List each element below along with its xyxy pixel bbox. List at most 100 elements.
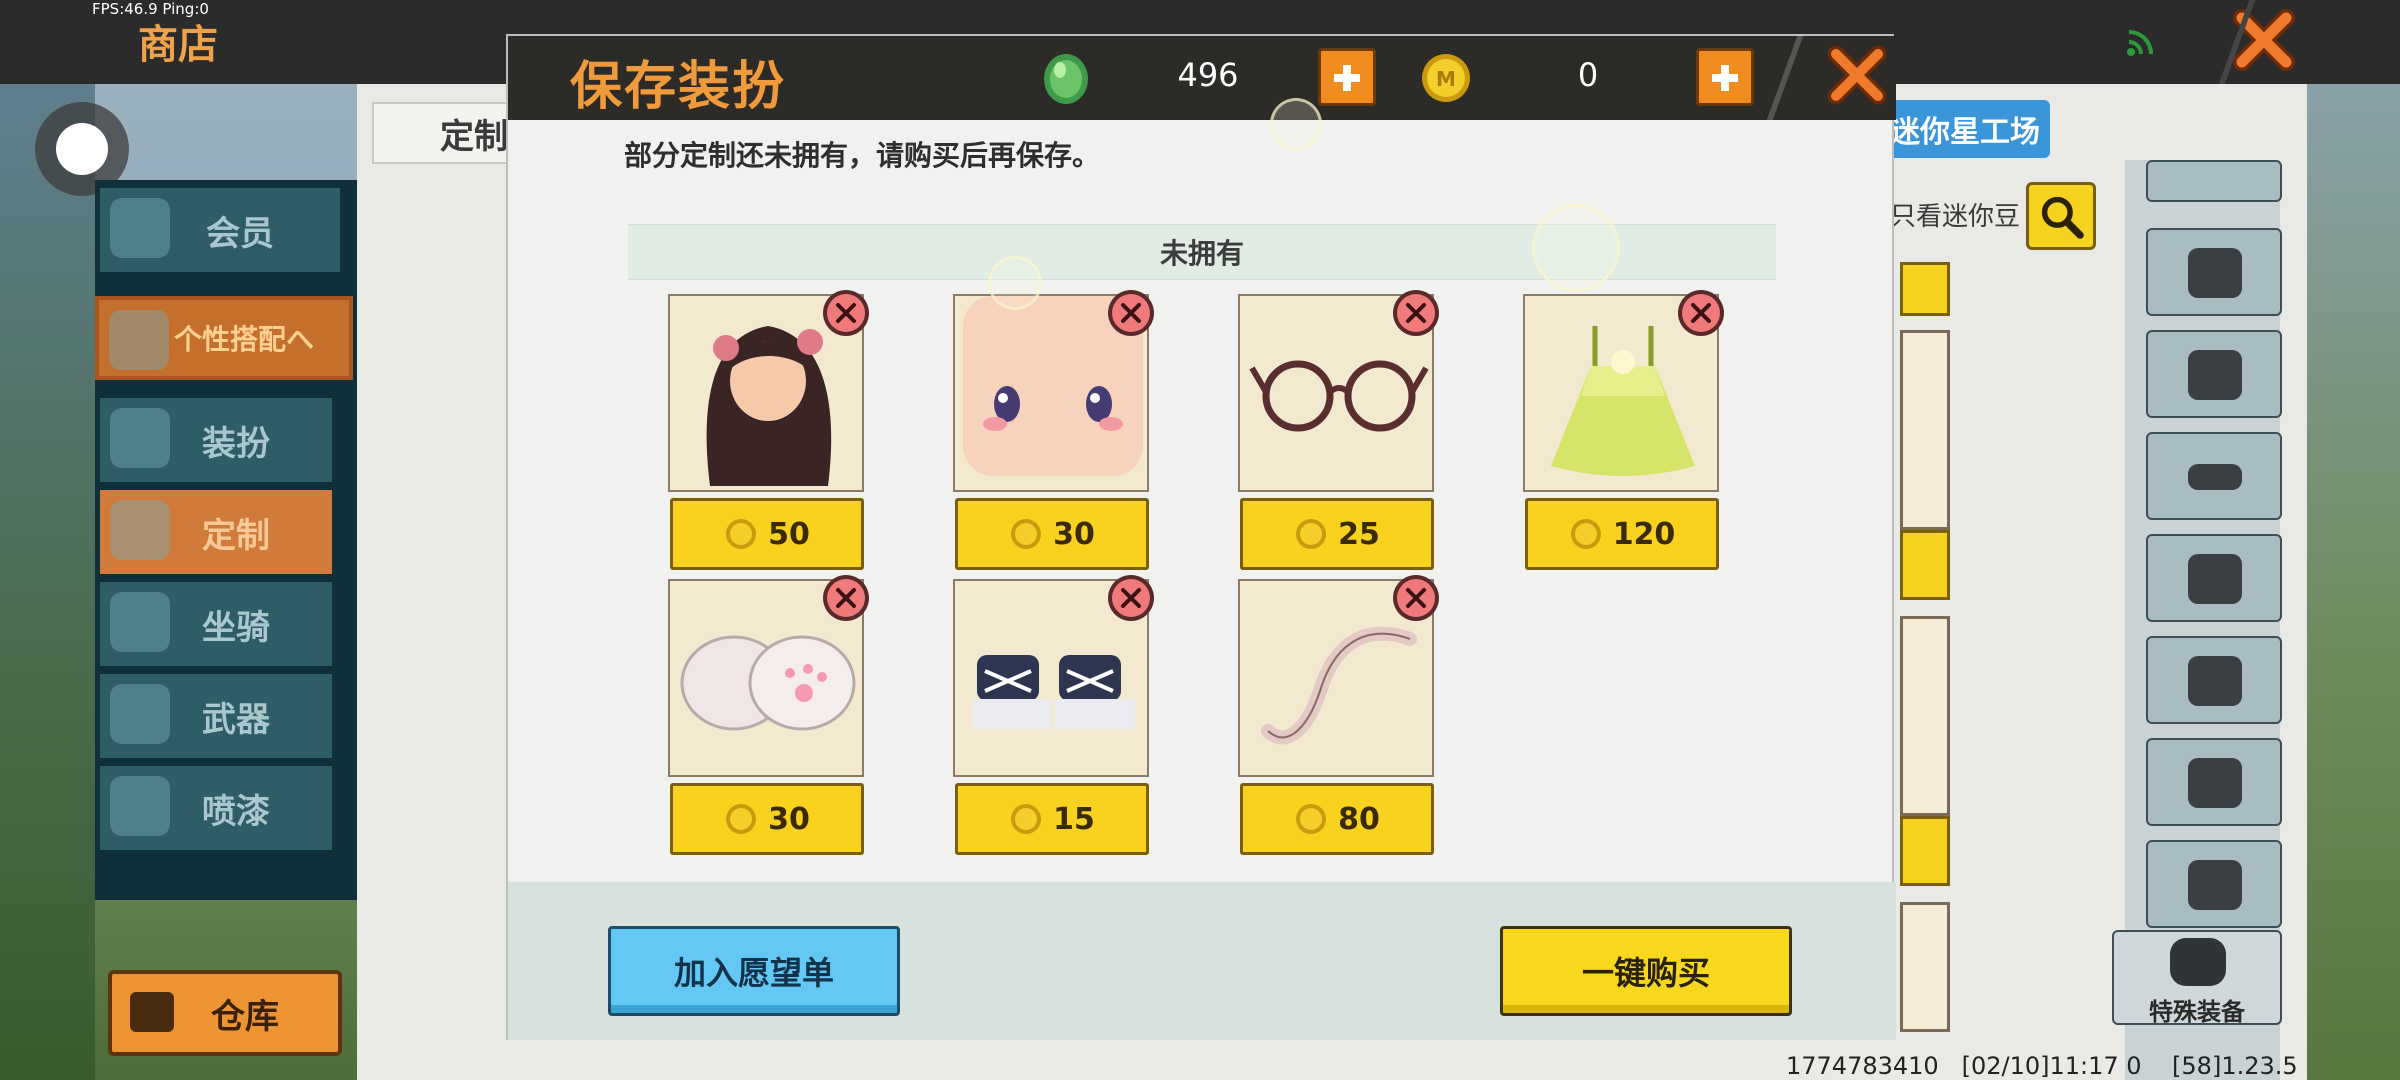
coin-count: 0 [1577,56,1599,94]
item-price: 30 [1053,516,1095,552]
category-shirt[interactable] [2146,534,2282,622]
search-icon[interactable] [2026,182,2096,250]
save-outfit-dialog: 保存装扮 496 M 0 部分定制还未拥有，请购买后再保存。 未拥有 50 30… [506,34,1896,1040]
sidebar-item-costume[interactable]: 装扮 [100,398,332,482]
mini-factory-button[interactable]: 迷你星工场 [1870,100,2050,158]
price-button[interactable]: 30 [670,783,864,855]
dialog-title: 保存装扮 [570,57,787,117]
item-price: 50 [768,516,810,552]
coin-icon [1296,804,1327,834]
sidebar-item-member[interactable]: 会员 [100,188,340,272]
special-equipment-button[interactable]: 特殊装备 [2112,930,2282,1026]
item-card-glasses[interactable]: 25 [1238,290,1439,570]
item-card-sneakers[interactable]: 15 [953,575,1154,855]
sidebar-item-weapon[interactable]: 武器 [100,674,332,758]
close-icon[interactable] [2232,8,2296,72]
remove-icon[interactable] [1391,288,1441,338]
add-to-wishlist-button[interactable]: 加入愿望单 [608,926,900,1016]
price-button[interactable]: 25 [1240,498,1434,570]
price-button[interactable]: 120 [1525,498,1719,570]
item-card-paws[interactable]: 30 [668,575,869,855]
svg-text:M: M [1436,67,1456,91]
warehouse-button[interactable]: 仓库 [108,970,342,1056]
shirt-icon [110,408,170,468]
background-left [0,84,95,1080]
category-pants[interactable] [2146,738,2282,826]
sidebar-item-label: 喷漆 [202,791,270,832]
buy-all-button[interactable]: 一键购买 [1500,926,1792,1016]
background-price [1900,262,1950,316]
sidebar-item-label: 会员 [206,213,274,254]
sidebar-item-label: 定制 [202,515,270,556]
category-head[interactable] [2146,228,2282,316]
remove-icon[interactable] [821,288,871,338]
close-icon[interactable] [1826,44,1888,106]
section-title: 未拥有 [1159,237,1244,270]
member-icon [110,198,170,258]
category-face[interactable] [2146,330,2282,418]
spray-icon [110,776,170,836]
coin-icon [1011,804,1042,834]
category-hat[interactable] [2146,160,2282,202]
item-price: 80 [1338,801,1380,837]
item-price: 120 [1612,516,1676,552]
sidebar-item-spray[interactable]: 喷漆 [100,766,332,850]
category-mask[interactable] [2146,432,2282,520]
coin-icon [726,519,757,549]
category-gloves[interactable] [2146,636,2282,724]
mask-icon [2188,464,2242,490]
price-button[interactable]: 50 [670,498,864,570]
header-divider [1766,36,1804,120]
remove-icon[interactable] [1106,288,1156,338]
dialog-notice: 部分定制还未拥有，请购买后再保存。 [624,139,1101,172]
build-info: 1774783410 [02/10]11:17 0 [58]1.23.5 [1786,1052,2298,1080]
coin-icon [726,804,757,834]
remove-icon[interactable] [821,573,871,623]
star-icon [109,310,169,370]
item-price: 30 [768,801,810,837]
tab-custom[interactable]: 定制 [372,102,522,164]
background-price [1900,816,1950,886]
item-card-face[interactable]: 30 [953,290,1154,570]
chest-icon [130,992,174,1032]
warehouse-label: 仓库 [211,996,279,1037]
price-button[interactable]: 80 [1240,783,1434,855]
add-coins-button[interactable] [1696,48,1754,106]
item-card-tail[interactable]: 80 [1238,575,1439,855]
shoes-icon [2188,860,2242,910]
buy-all-label: 一键购买 [1581,954,1710,992]
remove-icon[interactable] [1676,288,1726,338]
item-price: 15 [1053,801,1095,837]
add-gems-button[interactable] [1318,48,1376,106]
bubble-decoration [988,256,1042,310]
coin-icon [1296,519,1327,549]
price-button[interactable]: 30 [955,498,1149,570]
sidebar-item-outfit-group[interactable]: 个性搭配へ [95,296,353,380]
mount-icon [110,592,170,652]
price-button[interactable]: 15 [955,783,1149,855]
item-card-hair[interactable]: 50 [668,290,869,570]
item-card-dress[interactable]: 120 [1523,290,1724,570]
bubble-decoration [1532,204,1620,292]
coin-icon [1011,519,1042,549]
background-card [1900,902,1950,1032]
bubble-decoration [1270,98,1322,150]
sidebar-item-custom[interactable]: 定制 [100,490,332,574]
background-price [1900,530,1950,600]
gem-count: 496 [1177,56,1239,94]
sidebar-item-mount[interactable]: 坐骑 [100,582,332,666]
store-title: 商店 [138,22,218,68]
backpack-icon [2170,938,2226,986]
dialog-header: 保存装扮 496 M 0 [508,36,1896,120]
remove-icon[interactable] [1106,573,1156,623]
sidebar-item-label: 坐骑 [202,607,270,648]
face-icon [2188,350,2242,400]
sidebar-item-label: 装扮 [202,423,270,464]
remove-icon[interactable] [1391,573,1441,623]
head-icon [2188,248,2242,298]
sidebar-item-label: 个性搭配へ [173,323,314,356]
special-equipment-label: 特殊装备 [2149,998,2245,1026]
signal-icon [2127,30,2153,56]
category-shoes[interactable] [2146,840,2282,928]
pencil-icon [110,500,170,560]
